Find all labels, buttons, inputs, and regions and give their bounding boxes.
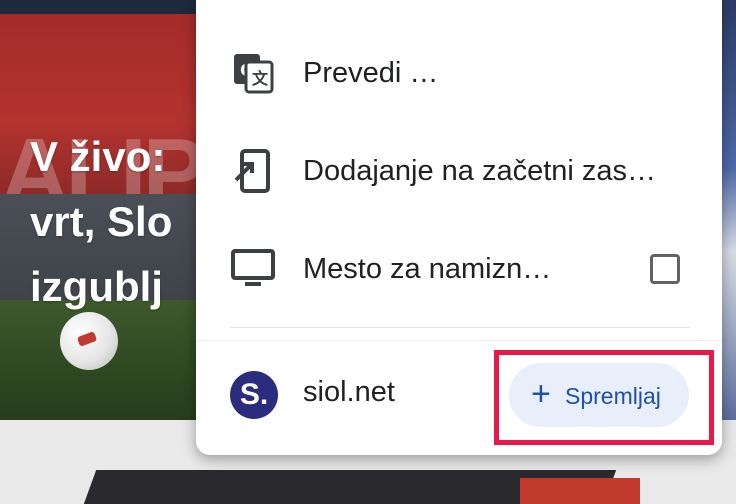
highlight-box — [494, 350, 714, 445]
svg-text:文: 文 — [252, 69, 269, 88]
site-logo: S. — [230, 371, 278, 419]
add-to-home-screen-icon — [230, 148, 276, 194]
translate-icon: G 文 — [230, 50, 276, 96]
background-right-edge — [722, 0, 736, 420]
menu-item-desktop-site[interactable]: Mesto za namizn… — [196, 226, 722, 312]
site-name: siol.net — [303, 376, 395, 408]
football-image — [60, 312, 118, 370]
menu-item-translate[interactable]: G 文 Prevedi … — [196, 30, 722, 116]
menu-item-label: Dodajanje na začetni zas… — [303, 154, 657, 187]
menu-divider — [230, 327, 690, 328]
desktop-icon — [230, 246, 276, 292]
menu-item-label: Mesto za namizn… — [303, 252, 552, 285]
menu-item-label: Prevedi … — [303, 56, 439, 89]
menu-section-divider — [196, 340, 722, 341]
menu-item-add-to-home-screen[interactable]: Dodajanje na začetni zas… — [196, 128, 722, 214]
desktop-site-checkbox[interactable] — [650, 254, 680, 284]
background-stripe-red — [520, 478, 640, 504]
